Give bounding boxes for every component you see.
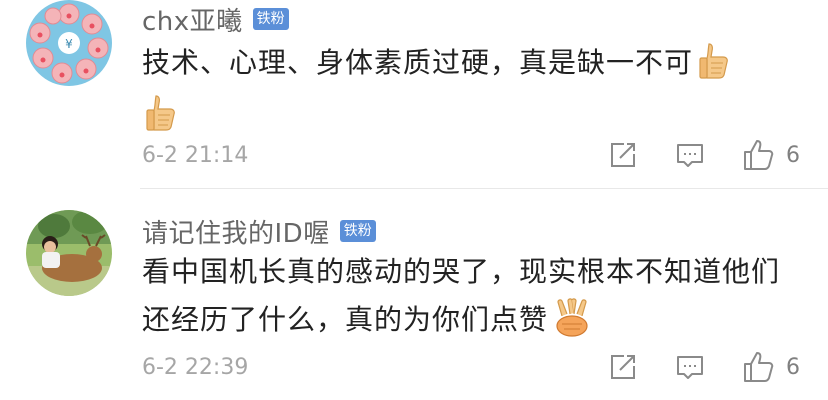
like-button[interactable]: 6 bbox=[742, 349, 802, 385]
thumbs-up-icon bbox=[697, 41, 731, 81]
like-count: 6 bbox=[786, 142, 800, 168]
svg-text:¥: ¥ bbox=[65, 37, 73, 51]
comment-text-content: 技术、心理、身体素质过硬，真是缺一不可 bbox=[142, 46, 694, 79]
divider bbox=[140, 188, 828, 189]
thumbs-up-outline-icon bbox=[744, 140, 774, 170]
comment-text-content: 看中国机长真的感动的哭了，现实根本不知道他们还经历了什么，真的为你们点赞 bbox=[142, 255, 781, 336]
like-count: 6 bbox=[786, 354, 800, 380]
share-button[interactable] bbox=[608, 140, 638, 170]
thumbs-up-outline-icon bbox=[744, 352, 774, 382]
comment-meta: 6-2 22:39 6 bbox=[142, 352, 802, 382]
thumbs-up-icon bbox=[144, 93, 178, 133]
fan-badge: 铁粉 bbox=[252, 8, 289, 30]
avatar[interactable] bbox=[26, 210, 112, 296]
victory-hands-icon bbox=[552, 298, 592, 338]
comment-icon bbox=[677, 144, 703, 167]
comment-text: 技术、心理、身体素质过硬，真是缺一不可 bbox=[142, 39, 802, 133]
comment-icon bbox=[677, 356, 703, 379]
like-button[interactable]: 6 bbox=[742, 137, 802, 173]
comment-item: 请记住我的ID喔 铁粉 看中国机长真的感动的哭了，现实根本不知道他们还经历了什么… bbox=[0, 190, 828, 400]
comment-item: ¥ chx亚曦 铁粉 技术、心理、身体素质过硬，真是缺一不可 6-2 21:14… bbox=[0, 0, 828, 189]
comment-meta: 6-2 21:14 6 bbox=[142, 140, 802, 170]
share-button[interactable] bbox=[608, 352, 638, 382]
fan-badge: 铁粉 bbox=[339, 220, 376, 242]
reply-button[interactable] bbox=[675, 140, 705, 170]
reply-button[interactable] bbox=[675, 352, 705, 382]
avatar-deer-photo bbox=[26, 210, 112, 296]
avatar[interactable]: ¥ bbox=[26, 0, 112, 86]
comment-text: 看中国机长真的感动的哭了，现实根本不知道他们还经历了什么，真的为你们点赞 bbox=[142, 248, 802, 344]
share-icon bbox=[611, 355, 635, 379]
username[interactable]: chx亚曦 bbox=[142, 1, 243, 38]
share-icon bbox=[611, 143, 635, 167]
avatar-pigs-image: ¥ bbox=[26, 0, 112, 86]
username[interactable]: 请记住我的ID喔 bbox=[142, 213, 330, 250]
